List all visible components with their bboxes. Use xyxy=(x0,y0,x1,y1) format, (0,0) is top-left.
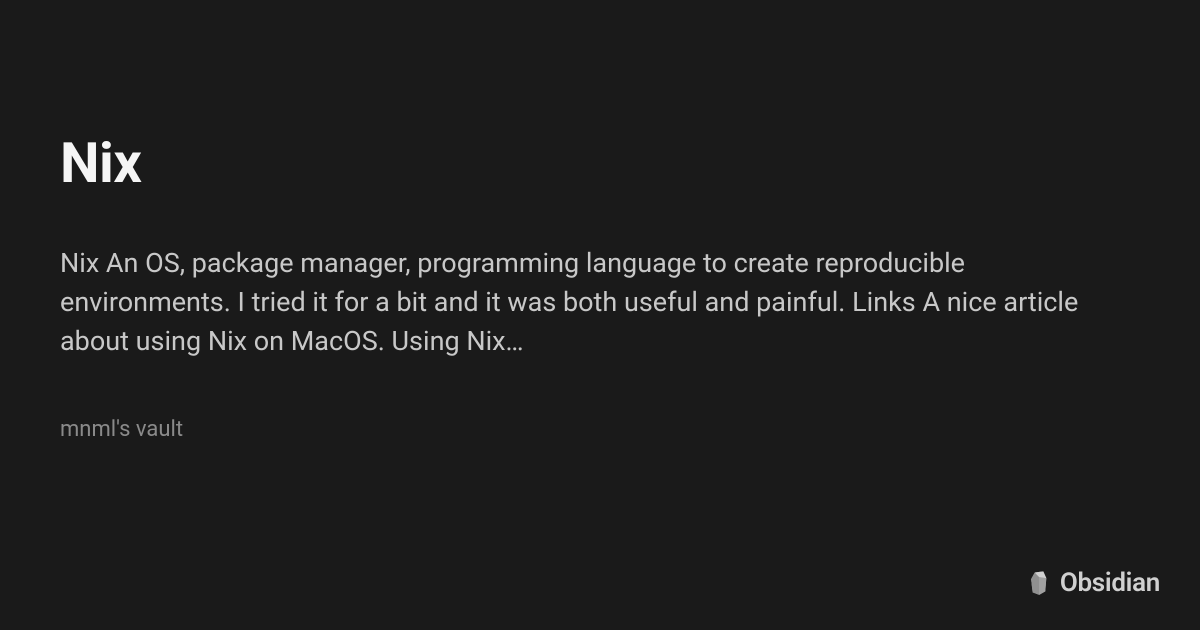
obsidian-icon xyxy=(1026,568,1052,598)
obsidian-brand: Obsidian xyxy=(1026,568,1160,598)
vault-name: mnml's vault xyxy=(60,417,1140,442)
brand-name: Obsidian xyxy=(1060,568,1160,598)
preview-card: Nix Nix An OS, package manager, programm… xyxy=(0,0,1200,442)
note-description: Nix An OS, package manager, programming … xyxy=(60,244,1140,361)
note-title: Nix xyxy=(60,130,1140,196)
